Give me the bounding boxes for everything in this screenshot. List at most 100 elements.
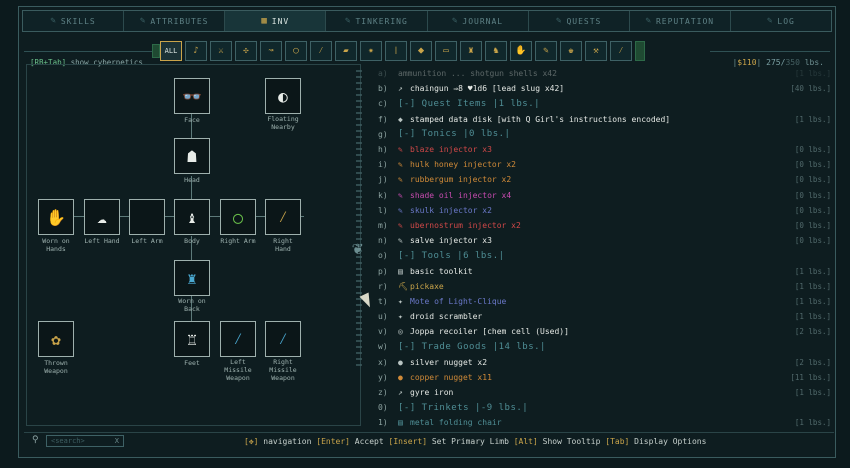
hotkey: x) <box>378 357 388 367</box>
body-slot[interactable]: ♝ <box>174 199 210 235</box>
tab-skills[interactable]: ✎ SKILLS <box>23 11 125 31</box>
hands-slot[interactable]: ✋ <box>38 199 74 235</box>
inventory-item[interactable]: f) ◆ stamped data disk [with Q Girl's inst… <box>378 112 833 127</box>
filter-corpses-icon[interactable]: ♚ <box>560 41 582 61</box>
tab-quests[interactable]: ✎ QUESTS <box>529 11 630 31</box>
category-header[interactable]: w) [-] Trade Goods |14 lbs.| <box>378 339 833 354</box>
inventory-item[interactable]: p) ▤ basic toolkit [1 lbs.] <box>378 263 833 278</box>
hotkey: p) <box>378 266 388 276</box>
item-weight: [1 lbs.] <box>794 388 831 398</box>
filter-food-icon[interactable]: ⬥ <box>410 41 432 61</box>
search-clear-button[interactable]: X <box>115 437 119 445</box>
inventory-item[interactable]: 1) ▤ metal folding chair [1 lbs.] <box>378 415 833 430</box>
inventory-item[interactable]: b) ↗ chaingun ⇒8 ♥1d6 [lead slug x42] [40 l… <box>378 81 833 96</box>
item-name: [-] Trade Goods |14 lbs.| <box>398 341 546 352</box>
back-slot[interactable]: ♜ <box>174 260 210 296</box>
tab-attributes[interactable]: ✎ ATTRIBUTES <box>124 11 226 31</box>
category-header[interactable]: c) [-] Quest Items |1 lbs.| <box>378 96 833 111</box>
left-arm-slot[interactable] <box>129 199 165 235</box>
tab-journal[interactable]: ✎ JOURNAL <box>428 11 529 31</box>
item-name: chaingun ⇒8 ♥1d6 [lead slug x42] <box>410 84 565 94</box>
left-hand-slot[interactable]: ☁ <box>84 199 120 235</box>
item-name: skulk injector x2 <box>410 205 492 215</box>
filter-misc-icon[interactable]: ◯ <box>285 41 307 61</box>
item-icon: ⛏ <box>398 281 409 291</box>
category-header[interactable]: 0) [-] Trinkets |-9 lbs.| <box>378 400 833 415</box>
tab-tinkering[interactable]: ✎ TINKERING <box>326 11 428 31</box>
right-missile-slot[interactable]: ⁄ <box>265 321 301 357</box>
primary-limb-key[interactable]: [Insert] <box>389 437 428 446</box>
left-missile-slot[interactable]: ⁄ <box>220 321 256 357</box>
inventory-item[interactable]: x) ● silver nugget x2 [2 lbs.] <box>378 355 833 370</box>
inventory-item[interactable]: j) ✎ rubbergum injector x2 [0 lbs.] <box>378 172 833 187</box>
inventory-icon: ▦ <box>261 16 268 26</box>
filter-applicators-icon[interactable]: ✷ <box>360 41 382 61</box>
item-icon: ▤ <box>398 418 403 428</box>
inventory-item[interactable]: y) ● copper nugget x11 [11 lbs.] <box>378 370 833 385</box>
filter-scroll-left-button[interactable] <box>152 44 160 58</box>
search-input[interactable]: <search> X <box>46 435 124 447</box>
filter-artifacts-icon[interactable]: ✋ <box>510 41 532 61</box>
tab-log[interactable]: ✎ LOG <box>731 11 831 31</box>
inventory-item[interactable]: >t)✦Mote of Light-Clique[1 lbs.] <box>378 294 833 309</box>
filter-trinkets-icon[interactable]: ⁄ <box>610 41 632 61</box>
inventory-item[interactable]: k) ✎ shade oil injector x4 [0 lbs.] <box>378 188 833 203</box>
filter-tonics-icon[interactable]: ❘ <box>385 41 407 61</box>
tab-inv[interactable]: ▦ INV <box>225 11 327 31</box>
filter-divider-right <box>710 51 830 52</box>
list-scrollbar[interactable] <box>356 70 362 370</box>
thrown-weapon-slot[interactable]: ✿ <box>38 321 74 357</box>
filter-weapons-icon[interactable]: ♪ <box>185 41 207 61</box>
filter-creatures-icon[interactable]: ♞ <box>485 41 507 61</box>
inventory-item[interactable]: v) ◎ Joppa recoiler [chem cell (Used)] [2 l… <box>378 324 833 339</box>
inventory-item[interactable]: a) ammunition ... shotgun shells x42 [1 lb… <box>378 66 833 81</box>
inventory-item[interactable]: n) ✎ salve injector x3 [0 lbs.] <box>378 233 833 248</box>
item-name: hulk honey injector x2 <box>410 160 516 170</box>
filter-containers-icon[interactable]: ▭ <box>435 41 457 61</box>
attributes-icon: ✎ <box>139 16 147 26</box>
hotkey: m) <box>378 220 388 230</box>
floating-slot[interactable]: ◐ <box>265 78 301 114</box>
filter-tools-icon[interactable]: ⚒ <box>585 41 607 61</box>
inventory-item[interactable]: z) ↗ gyre iron [1 lbs.] <box>378 385 833 400</box>
tree-view-icon[interactable]: ❦ <box>352 238 363 259</box>
hotkey: 1) <box>378 418 388 428</box>
inventory-item[interactable]: h) ✎ blaze injector x3 [0 lbs.] <box>378 142 833 157</box>
inventory-item[interactable]: m) ✎ ubernostrum injector x2 [0 lbs.] <box>378 218 833 233</box>
filter-melee-icon[interactable]: ⚔ <box>210 41 232 61</box>
display-options-hint: Display Options <box>629 437 707 446</box>
tab-label: LOG <box>777 16 795 26</box>
tab-reputation[interactable]: ✎ REPUTATION <box>630 11 731 31</box>
inventory-item[interactable]: l) ✎ skulk injector x2 [0 lbs.] <box>378 203 833 218</box>
filter-trade-icon[interactable]: ✎ <box>535 41 557 61</box>
face-slot[interactable]: 👓 <box>174 78 210 114</box>
filter-missile-icon[interactable]: ⁄ <box>310 41 332 61</box>
category-header[interactable]: g) [-] Tonics |0 lbs.| <box>378 127 833 142</box>
hotkey: u) <box>378 312 388 322</box>
tab-label: QUESTS <box>566 16 602 26</box>
category-header[interactable]: o) [-] Tools |6 lbs.| <box>378 248 833 263</box>
right-arm-slot[interactable]: ◯ <box>220 199 256 235</box>
tooltip-key[interactable]: [Alt] <box>514 437 538 446</box>
item-weight: [1 lbs.] <box>794 281 831 291</box>
inventory-item[interactable]: u) ✦ droid scrambler [1 lbs.] <box>378 309 833 324</box>
filter-armor-icon[interactable]: ✣ <box>235 41 257 61</box>
filter-scroll-right-button[interactable] <box>635 41 645 61</box>
accept-key[interactable]: [Enter] <box>316 437 350 446</box>
filter-shields-icon[interactable]: ↝ <box>260 41 282 61</box>
feet-slot[interactable]: ♖ <box>174 321 210 357</box>
tab-label: JOURNAL <box>462 16 504 26</box>
right-hand-slot[interactable]: ⁄ <box>265 199 301 235</box>
hotkey: l) <box>378 205 388 215</box>
tinkering-icon: ✎ <box>345 16 352 26</box>
filter-all-button[interactable]: ALL <box>160 41 182 61</box>
filter-ammo-icon[interactable]: ▰ <box>335 41 357 61</box>
head-slot[interactable]: ☗ <box>174 138 210 174</box>
item-name: ubernostrum injector x2 <box>410 220 521 230</box>
item-weight: [0 lbs.] <box>794 175 831 185</box>
item-icon: ✎ <box>398 145 403 155</box>
filter-light-icon[interactable]: ♜ <box>460 41 482 61</box>
inventory-item[interactable]: i) ✎ hulk honey injector x2 [0 lbs.] <box>378 157 833 172</box>
inventory-item[interactable]: r) ⛏ pickaxe [1 lbs.] <box>378 279 833 294</box>
display-options-key[interactable]: [Tab] <box>605 437 629 446</box>
